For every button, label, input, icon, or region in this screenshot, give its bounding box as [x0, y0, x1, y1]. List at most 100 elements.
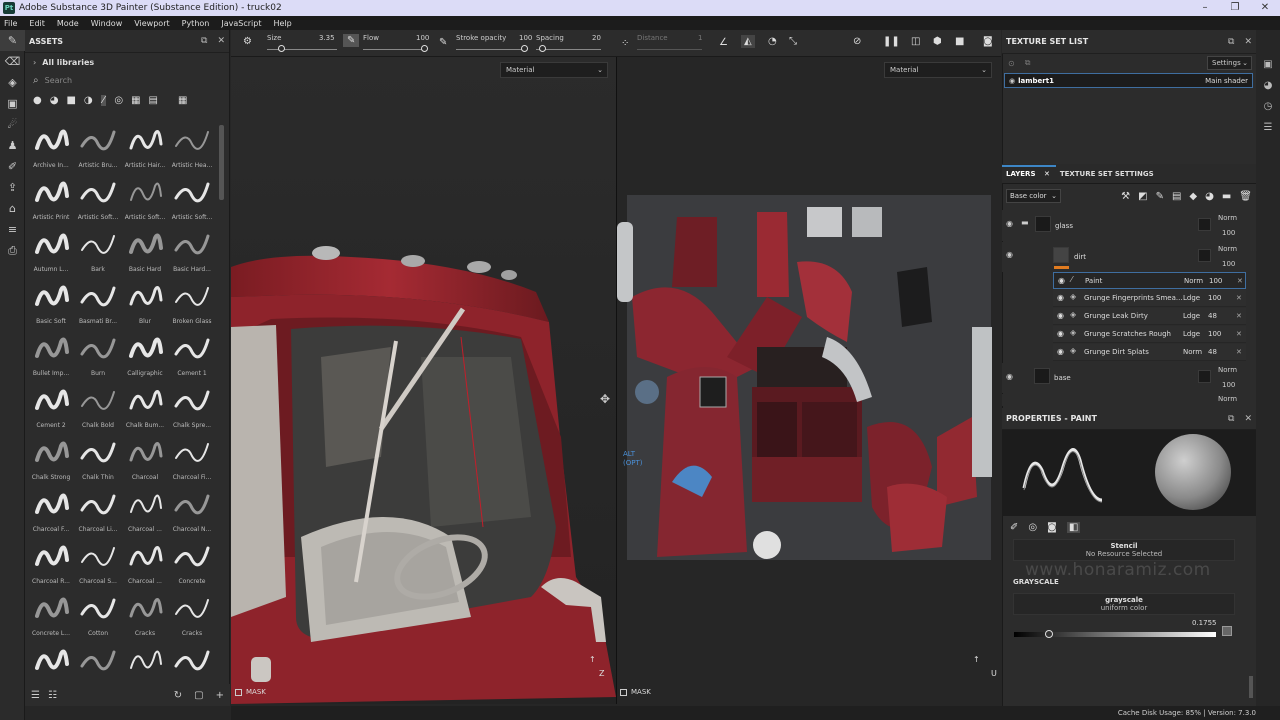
menu-viewport[interactable]: Viewport [134, 19, 169, 28]
grayscale-slot[interactable]: grayscale uniform color [1013, 593, 1235, 615]
opacity-value[interactable]: 100 [1222, 229, 1235, 237]
viewport-2d-mask-toggle[interactable]: MASK [620, 688, 651, 696]
asset-item[interactable]: Chalk Bum... [122, 384, 168, 436]
blend-mode[interactable]: Norm [1218, 245, 1237, 253]
menu-edit[interactable]: Edit [29, 19, 45, 28]
add-folder-icon[interactable]: ▬ [1222, 191, 1231, 202]
asset-item[interactable]: Bark [75, 228, 121, 280]
menu-window[interactable]: Window [91, 19, 123, 28]
layer-partial-row[interactable]: Norm [1002, 394, 1252, 406]
filter-materials-icon[interactable]: ● [33, 95, 42, 106]
blend-mode[interactable]: Norm [1218, 214, 1237, 222]
eye-dropper-icon[interactable]: ◔ [768, 36, 777, 47]
filter-alphas-icon[interactable]: ▦ [131, 95, 140, 106]
eye-icon[interactable]: ◉ [1006, 219, 1013, 228]
eye-icon[interactable]: ◉ [1058, 276, 1065, 285]
eye-icon[interactable]: ◉ [1057, 293, 1064, 302]
asset-item[interactable]: Artistic Hea... [169, 124, 215, 176]
asset-item[interactable] [169, 644, 215, 684]
display-settings-icon[interactable]: ▣ [1256, 54, 1280, 75]
effects-icon[interactable]: ⚒ [1121, 191, 1130, 202]
asset-item[interactable]: Chalk Thin [75, 436, 121, 488]
pause-icon[interactable]: ❚❚ [883, 36, 900, 47]
smart-material-icon[interactable]: ◕ [1205, 191, 1214, 202]
sublayer-grunge-scratches[interactable]: ◉ ◈ Grunge Scratches Rough Ldge 100 ✕ [1053, 326, 1246, 343]
opacity-value[interactable]: 100 [1222, 381, 1235, 389]
asset-item[interactable]: Cracks [169, 592, 215, 644]
flow-slider[interactable] [363, 49, 425, 50]
mask-properties-icon[interactable]: ◙ [1047, 522, 1057, 533]
asset-item[interactable]: Chalk Bold [75, 384, 121, 436]
hide-icon[interactable]: ⊘ [853, 36, 861, 47]
asset-item[interactable]: Cotton [75, 592, 121, 644]
camera-rotate-gizmo-icon[interactable]: ✥ [600, 392, 610, 406]
paint-brush-tool-icon[interactable]: ✎ [0, 30, 25, 51]
asset-item[interactable]: Autumn L... [28, 228, 74, 280]
viewport-3d[interactable]: Material ⌄ MASK ↑ Z [231, 57, 616, 704]
asset-item[interactable]: Basmati Br... [75, 280, 121, 332]
eye-icon[interactable]: ◉ [1057, 329, 1064, 338]
menu-help[interactable]: Help [273, 19, 291, 28]
symmetry-icon[interactable]: ◭ [741, 35, 755, 48]
asset-item[interactable] [122, 644, 168, 684]
filter-textures-icon[interactable]: ◑ [84, 95, 93, 106]
menu-javascript[interactable]: JavaScript [221, 19, 261, 28]
sublayer-grunge-dirt-splats[interactable]: ◉ ◈ Grunge Dirt Splats Norm 48 ✕ [1053, 344, 1246, 361]
stroke-opacity-value[interactable]: 100 [519, 34, 532, 42]
new-window-icon[interactable]: ▢ [194, 690, 203, 701]
asset-item[interactable]: Cement 1 [169, 332, 215, 384]
viewport-2d-display-dropdown[interactable]: Material ⌄ [884, 62, 992, 78]
flow-value[interactable]: 100 [416, 34, 429, 42]
link-icon[interactable]: ⊙ [1008, 59, 1015, 68]
asset-item[interactable]: Bullet Imp... [28, 332, 74, 384]
asset-item[interactable]: Charcoal S... [75, 540, 121, 592]
blend-mode[interactable]: Norm [1184, 277, 1203, 285]
asset-item[interactable]: Blur [122, 280, 168, 332]
texture-set-row[interactable]: ◉ lambert1 Main shader [1004, 73, 1253, 88]
asset-item[interactable]: Artistic Soft... [169, 176, 215, 228]
lazy-mouse-icon[interactable]: ⁘ [621, 38, 629, 49]
projection-tool-icon[interactable]: ◈ [0, 72, 25, 93]
eraser-tool-icon[interactable]: ⌫ [0, 51, 25, 72]
cube-view-icon[interactable]: ⬢ [933, 36, 942, 47]
asset-item[interactable]: Artistic Bru... [75, 124, 121, 176]
remove-icon[interactable]: ✕ [1236, 348, 1242, 356]
asset-item[interactable]: Concrete [169, 540, 215, 592]
asset-item[interactable]: Artistic Soft... [122, 176, 168, 228]
eye-icon[interactable]: ◉ [1006, 250, 1013, 259]
asset-item[interactable]: Charcoal Fi... [169, 436, 215, 488]
clone-tool-icon[interactable]: ♟ [0, 135, 25, 156]
opacity-value[interactable]: 100 [1222, 260, 1235, 268]
geometry-mask-tool-icon[interactable]: ▣ [0, 93, 25, 114]
add-fill-layer-icon[interactable]: ▤ [1172, 191, 1181, 202]
filter-environment-icon[interactable]: ▤ [149, 95, 158, 106]
tab-layers[interactable]: LAYERS ✕ [1002, 165, 1056, 183]
stencil-slot[interactable]: Stencil No Resource Selected [1013, 539, 1235, 561]
split-view-icon[interactable]: ◫ [911, 36, 920, 47]
eye-icon[interactable]: ◉ [1009, 77, 1015, 85]
assets-scrollbar[interactable] [219, 125, 224, 200]
filter-smart-materials-icon[interactable]: ◕ [50, 95, 59, 106]
pen-pressure-flow-icon[interactable]: ✎ [439, 37, 447, 48]
close-panel-icon[interactable]: ✕ [1244, 37, 1252, 47]
refresh-icon[interactable]: ↻ [174, 690, 182, 701]
menu-mode[interactable]: Mode [57, 19, 79, 28]
symmetry-tool-icon[interactable]: ≡ [0, 219, 25, 240]
texture-set-shader[interactable]: Main shader [1205, 77, 1248, 85]
blend-mode[interactable]: Norm [1218, 366, 1237, 374]
opacity-value[interactable]: 100 [1209, 277, 1222, 285]
asset-item[interactable]: Artistic Print [28, 176, 74, 228]
asset-item[interactable]: Concrete L... [28, 592, 74, 644]
sublayer-grunge-fingerprints[interactable]: ◉ ◈ Grunge Fingerprints Smea... Ldge 100 … [1053, 290, 1246, 307]
sublayer-paint[interactable]: ◉ ⁄ Paint Norm 100 ✕ [1053, 272, 1246, 289]
asset-item[interactable]: Basic Hard... [169, 228, 215, 280]
eye-icon[interactable]: ◉ [1006, 372, 1013, 381]
mask-checkbox[interactable] [235, 688, 242, 696]
smudge-tool-icon[interactable]: ☄ [0, 114, 25, 135]
layer-dirt[interactable]: ◉ dirt Norm 100 [1002, 242, 1252, 272]
flow-slider-handle[interactable] [421, 45, 428, 52]
asset-item[interactable]: Burn [75, 332, 121, 384]
asset-item[interactable]: Cement 2 [28, 384, 74, 436]
screenshot-icon[interactable]: ◙ [983, 36, 993, 47]
stencil-properties-icon[interactable]: ◧ [1066, 521, 1081, 533]
